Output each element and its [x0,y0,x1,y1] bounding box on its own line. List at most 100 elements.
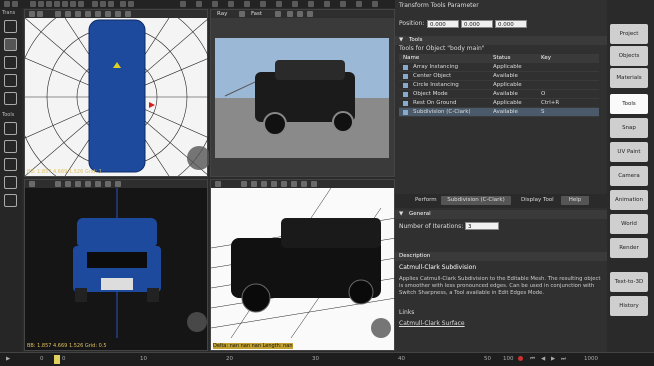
help-button[interactable]: Help [561,196,589,205]
toolbar-icon[interactable] [100,1,106,7]
viewport-icon[interactable] [287,11,293,17]
toolbar-icon[interactable] [92,1,98,7]
toolbar-icon[interactable] [228,1,234,7]
viewport-icon[interactable] [37,11,43,17]
toolbar-icon[interactable] [4,1,10,7]
render-mode[interactable]: Ray [217,10,227,18]
toolbar-icon[interactable] [260,1,266,7]
viewport-perspective[interactable]: Delta: nan nan nan Length: nan [210,179,396,351]
viewport-top[interactable]: BB: 1.857 4.669 1.526 Grid: 1 [24,9,209,177]
viewport-icon[interactable] [29,181,35,187]
viewport-icon[interactable] [75,181,81,187]
step-forward-icon[interactable]: ⏭ [561,356,566,363]
playhead[interactable] [54,355,60,364]
world-button[interactable]: World [610,214,648,234]
viewport-icon[interactable] [105,11,111,17]
position-x-field[interactable]: 0.000 [427,20,459,28]
toolbar-icon[interactable] [38,1,44,7]
viewport-icon[interactable] [29,11,35,17]
play-icon[interactable]: ▶ [551,356,555,362]
display-tool-label[interactable]: Display Tool [521,197,554,203]
tools-section-header[interactable]: ▼ Tools [395,36,607,45]
toolbar-icon[interactable] [308,1,314,7]
viewport-icon[interactable] [115,181,121,187]
toolbar-icon[interactable] [70,1,76,7]
render-button[interactable]: Render [610,238,648,258]
viewport-icon[interactable] [275,11,281,17]
toolbar-icon[interactable] [128,1,134,7]
toolbar-icon[interactable] [324,1,330,7]
toolbar-icon[interactable] [78,1,84,7]
tool-icon[interactable] [4,176,17,189]
objects-button[interactable]: Objects [610,46,648,66]
toolbar-icon[interactable] [54,1,60,7]
materials-button[interactable]: Materials [610,68,648,88]
viewport-icon[interactable] [291,181,297,187]
table-row[interactable]: Subdivision (C-Clark) Available S [399,108,599,117]
toolbar-icon[interactable] [372,1,378,7]
tool-icon[interactable] [4,194,17,207]
step-back-icon[interactable]: ⏮ [530,356,535,363]
viewport-icon[interactable] [55,181,61,187]
toolbar-icon[interactable] [276,1,282,7]
toolbar-icon[interactable] [180,1,186,7]
perform-select[interactable]: Subdivision (C-Clark) [441,196,511,205]
toolbar-icon[interactable] [108,1,114,7]
record-icon[interactable] [518,356,523,361]
viewport-icon[interactable] [261,181,267,187]
position-y-field[interactable]: 0.000 [461,20,493,28]
project-button[interactable]: Project [610,24,648,44]
table-row[interactable]: Center Object Available [399,72,599,81]
table-row[interactable]: Rest On Ground Applicable Ctrl+R [399,99,599,108]
catmull-clark-link[interactable]: Catmull-Clark Surface [399,320,465,327]
toolbar-icon[interactable] [212,1,218,7]
viewport-icon[interactable] [95,11,101,17]
toolbar-icon[interactable] [30,1,36,7]
general-section-header[interactable]: ▼ General [395,210,607,219]
toolbar-icon[interactable] [340,1,346,7]
viewport-icon[interactable] [85,11,91,17]
play-back-icon[interactable]: ◀ [541,356,545,362]
viewport-icon[interactable] [297,11,303,17]
select-tool-icon[interactable] [4,20,17,33]
camera-button[interactable]: Camera [610,166,648,186]
viewport-icon[interactable] [251,181,257,187]
viewport-icon[interactable] [239,11,245,17]
text-to-3d-button[interactable]: Text-to-3D [610,272,648,292]
timeline[interactable]: ▶ 0 0 10 20 30 40 50 100 ⏮ ◀ ▶ ⏭ 1000 [0,352,654,366]
viewport-icon[interactable] [65,181,71,187]
toolbar-icon[interactable] [292,1,298,7]
viewport-icon[interactable] [307,11,313,17]
toolbar-icon[interactable] [196,1,202,7]
toolbar-icon[interactable] [356,1,362,7]
move-tool-icon[interactable] [4,38,17,51]
history-button[interactable]: History [610,296,648,316]
viewport-icon[interactable] [65,11,71,17]
viewport-icon[interactable] [215,181,221,187]
viewport-icon[interactable] [55,11,61,17]
fps-value[interactable]: 100 [503,356,514,362]
viewport-front[interactable]: BB: 1.857 4.669 1.526 Grid: 0.5 [24,179,208,351]
viewport-icon[interactable] [95,181,101,187]
viewport-icon[interactable] [281,181,287,187]
snap-button[interactable]: Snap [610,118,648,138]
rotate-tool-icon[interactable] [4,56,17,69]
toolbar-icon[interactable] [12,1,18,7]
tool-icon[interactable] [4,158,17,171]
animation-button[interactable]: Animation [610,190,648,210]
viewport-icon[interactable] [241,181,247,187]
viewport-icon[interactable] [301,181,307,187]
scale-tool-icon[interactable] [4,74,17,87]
viewport-icon[interactable] [115,11,121,17]
viewport-icon[interactable] [85,181,91,187]
toolbar-icon[interactable] [120,1,126,7]
toolbar-icon[interactable] [46,1,52,7]
viewport-icon[interactable] [125,11,131,17]
play-icon[interactable]: ▶ [6,356,10,362]
viewport-icon[interactable] [75,11,81,17]
viewport-icon[interactable] [271,181,277,187]
table-row[interactable]: Array Instancing Applicable [399,63,599,72]
toolbar-icon[interactable] [244,1,250,7]
tool-icon[interactable] [4,140,17,153]
tool-icon[interactable] [4,122,17,135]
